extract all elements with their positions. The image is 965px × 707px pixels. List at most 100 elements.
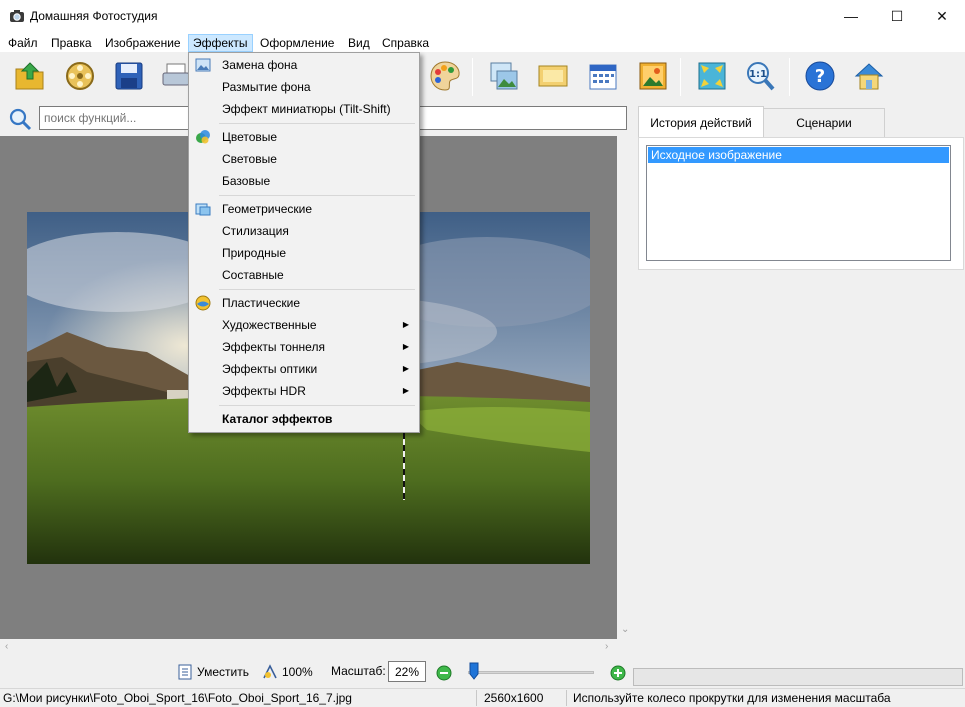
menu-item-label: Стилизация xyxy=(222,224,289,238)
filmstrip-button[interactable] xyxy=(62,58,98,94)
fit-screen-button[interactable] xyxy=(694,58,730,94)
menu-effects[interactable]: Эффекты xyxy=(188,34,253,52)
toolbar-separator xyxy=(472,58,473,96)
postcard-button[interactable] xyxy=(535,58,571,94)
open-button[interactable] xyxy=(12,58,48,94)
zoom-slider[interactable] xyxy=(468,671,594,674)
menu-file[interactable]: Файл xyxy=(4,34,42,52)
palette-button[interactable] xyxy=(427,58,463,94)
menu-item-label: Художественные xyxy=(222,318,317,332)
menu-item-label: Каталог эффектов xyxy=(222,412,333,426)
menu-item-label: Природные xyxy=(222,246,287,260)
svg-text:1:1: 1:1 xyxy=(749,69,767,80)
scroll-right-icon[interactable]: › xyxy=(605,641,608,652)
menu-item-stylization[interactable]: Стилизация xyxy=(191,220,417,242)
svg-text:?: ? xyxy=(815,66,825,87)
minimize-button[interactable]: — xyxy=(828,0,874,32)
home-button[interactable] xyxy=(851,58,887,94)
actual-size-icon: 1:1 xyxy=(747,62,775,91)
actual-size-button[interactable]: 1:1 xyxy=(742,58,778,94)
horizontal-scrollbar[interactable]: ‹ › xyxy=(0,639,617,656)
menu-item-basic-effects[interactable]: Базовые xyxy=(191,170,417,192)
scroll-left-icon[interactable]: ‹ xyxy=(5,641,8,652)
menu-item-composite[interactable]: Составные xyxy=(191,264,417,286)
status-separator xyxy=(476,690,477,706)
fit-button[interactable]: Уместить xyxy=(178,664,249,680)
calendar-icon xyxy=(589,64,617,90)
menu-item-optics[interactable]: Эффекты оптики ▶ xyxy=(191,358,417,380)
menu-item-label: Базовые xyxy=(222,174,271,188)
photo-collage-icon xyxy=(639,62,667,90)
status-hint: Используйте колесо прокрутки для изменен… xyxy=(573,691,891,705)
menu-edit[interactable]: Правка xyxy=(47,34,96,52)
fit-icon xyxy=(178,664,192,680)
scroll-down-icon[interactable]: ⌄ xyxy=(621,624,629,635)
help-button[interactable]: ? xyxy=(802,58,838,94)
menu-item-label: Эффекты оптики xyxy=(222,362,318,376)
menu-item-label: Световые xyxy=(222,152,277,166)
menu-item-geometric[interactable]: Геометрические xyxy=(191,198,417,220)
history-item-selected[interactable]: Исходное изображение xyxy=(648,147,949,163)
toolbar: 1:1 ? xyxy=(0,52,965,100)
status-separator xyxy=(566,690,567,706)
maximize-button[interactable]: ☐ xyxy=(874,0,920,32)
window-title: Домашняя Фотостудия xyxy=(30,9,158,23)
menu-item-label: Пластические xyxy=(222,296,301,310)
zoom-slider-thumb[interactable] xyxy=(469,662,479,680)
save-button[interactable] xyxy=(111,58,147,94)
title-bar: Домашняя Фотостудия — ☐ ✕ xyxy=(0,0,965,32)
menu-item-label: Эффекты тоннеля xyxy=(222,340,325,354)
menu-separator xyxy=(219,405,415,406)
menu-item-tilt-shift[interactable]: Эффект миниатюры (Tilt-Shift) xyxy=(191,98,417,120)
menu-separator xyxy=(219,123,415,124)
film-reel-icon xyxy=(66,62,94,90)
fit-screen-icon xyxy=(698,62,726,90)
tab-scenarios[interactable]: Сценарии xyxy=(763,108,885,138)
menu-item-label: Замена фона xyxy=(222,58,298,72)
frame-button[interactable] xyxy=(486,58,522,94)
zoom-in-icon[interactable] xyxy=(610,665,626,681)
menu-item-artistic[interactable]: Художественные ▶ xyxy=(191,314,417,336)
menu-design[interactable]: Оформление xyxy=(256,34,338,52)
effects-dropdown-menu: Замена фона Размытие фона Эффект миниатю… xyxy=(188,52,420,433)
actual-size-zoom-button[interactable]: 100% xyxy=(262,664,313,680)
plastic-icon xyxy=(195,295,211,311)
background-replace-icon xyxy=(195,58,211,72)
menu-item-hdr[interactable]: Эффекты HDR ▶ xyxy=(191,380,417,402)
menu-item-background-replace[interactable]: Замена фона xyxy=(191,54,417,76)
menu-image[interactable]: Изображение xyxy=(101,34,185,52)
calendar-button[interactable] xyxy=(585,58,621,94)
collage-button[interactable] xyxy=(635,58,671,94)
menu-item-natural[interactable]: Природные xyxy=(191,242,417,264)
submenu-arrow-icon: ▶ xyxy=(402,342,409,351)
scale-label: Масштаб: xyxy=(331,664,386,678)
menu-view[interactable]: Вид xyxy=(344,34,374,52)
actual-size-label: 100% xyxy=(282,665,313,679)
zoom-out-icon[interactable] xyxy=(436,665,452,681)
menu-item-effects-catalog[interactable]: Каталог эффектов xyxy=(191,408,417,430)
menu-help[interactable]: Справка xyxy=(378,34,433,52)
menu-item-color-effects[interactable]: Цветовые xyxy=(191,126,417,148)
zoom-value-input[interactable] xyxy=(388,661,426,682)
menu-item-label: Эффект миниатюры (Tilt-Shift) xyxy=(222,102,391,116)
maximize-icon: ☐ xyxy=(890,7,904,24)
search-icon xyxy=(9,108,32,131)
close-icon: ✕ xyxy=(936,7,948,24)
image-frame-icon xyxy=(490,62,518,90)
tab-history[interactable]: История действий xyxy=(638,106,764,138)
camera-app-icon xyxy=(10,10,24,22)
submenu-arrow-icon: ▶ xyxy=(402,364,409,373)
vertical-scrollbar[interactable]: ⌄ xyxy=(617,136,634,639)
history-list[interactable]: Исходное изображение xyxy=(646,145,951,261)
toolbar-separator xyxy=(680,58,681,96)
status-image-size: 2560x1600 xyxy=(484,691,544,705)
geometric-icon xyxy=(195,203,211,216)
menu-item-label: Геометрические xyxy=(222,202,312,216)
menu-item-light-effects[interactable]: Световые xyxy=(191,148,417,170)
menu-item-tunnel[interactable]: Эффекты тоннеля ▶ xyxy=(191,336,417,358)
menu-item-label: Цветовые xyxy=(222,130,278,144)
menu-item-plastic[interactable]: Пластические xyxy=(191,292,417,314)
help-icon: ? xyxy=(805,61,835,91)
close-button[interactable]: ✕ xyxy=(919,0,965,32)
menu-item-background-blur[interactable]: Размытие фона xyxy=(191,76,417,98)
